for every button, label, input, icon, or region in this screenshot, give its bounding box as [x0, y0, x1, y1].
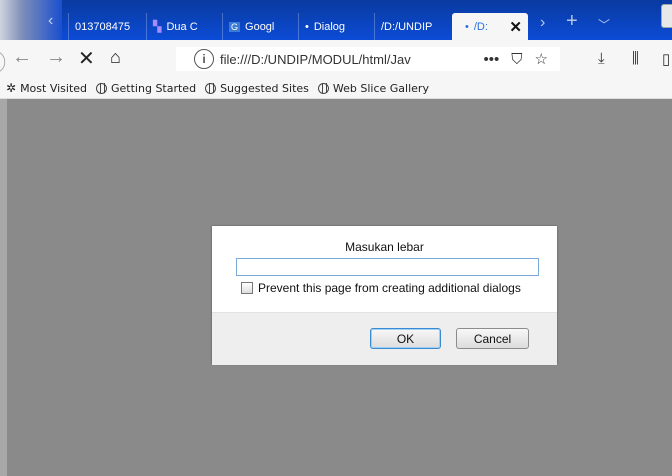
tab-label: Dua C [166, 20, 198, 33]
stop-icon[interactable]: ✕ [78, 46, 95, 71]
scroll-tabs-left-icon[interactable]: ‹ [48, 12, 53, 30]
prevent-dialogs-row[interactable]: Prevent this page from creating addition… [241, 281, 521, 295]
prevent-dialogs-checkbox[interactable] [241, 282, 253, 294]
cancel-button[interactable]: Cancel [456, 328, 529, 349]
dialog-message: Masukan lebar [345, 240, 424, 254]
globe-icon [205, 82, 217, 94]
tab-strip-edge: ‹ [0, 0, 62, 40]
bookmark-most-visited[interactable]: ✲ Most Visited [6, 81, 87, 95]
window-control[interactable] [661, 4, 672, 28]
tab-4[interactable]: • Dialog [298, 13, 374, 40]
prevent-dialogs-label: Prevent this page from creating addition… [258, 281, 521, 295]
new-tab-icon[interactable]: + [566, 10, 578, 33]
tab-2[interactable]: ▚ Dua C [146, 13, 222, 40]
forward-icon[interactable]: → [46, 46, 66, 69]
more-actions-icon[interactable]: ••• [484, 51, 500, 68]
gear-icon: ✲ [6, 81, 17, 95]
home-icon[interactable]: ⌂ [110, 47, 121, 68]
dialog-footer: OK Cancel [212, 312, 557, 365]
bookmarks-toolbar: ✲ Most Visited Getting Started Suggested… [0, 78, 672, 99]
globe-icon [96, 82, 108, 94]
nav-bar: ⃝ ← → ✕ ⌂ i file:///D:/UNDIP/MODUL/html/… [0, 40, 672, 78]
library-icon[interactable]: ⫼ [632, 50, 639, 67]
prompt-input[interactable] [236, 258, 539, 276]
globe-icon [317, 82, 329, 94]
bookmark-label: Getting Started [111, 81, 197, 95]
google-icon: G [229, 21, 241, 32]
tab-label: /D:/UNDIP [381, 20, 433, 33]
tab-5[interactable]: /D:/UNDIP [374, 13, 450, 40]
bookmark-label: Most Visited [20, 81, 88, 95]
bookmark-web-slice-gallery[interactable]: Web Slice Gallery [317, 81, 429, 95]
download-icon[interactable]: ⤓ [598, 50, 605, 67]
chevron-down-icon[interactable]: ﹀ [598, 16, 610, 33]
tab-strip: ‹ 013708475 ▚ Dua C G Googl • Dialog /D:… [0, 0, 672, 40]
tab-1[interactable]: 013708475 [68, 13, 146, 40]
ok-button[interactable]: OK [370, 328, 441, 349]
sidebar-icon[interactable]: ▯ [662, 50, 670, 68]
url-text[interactable]: file:///D:/UNDIP/MODUL/html/Jav [220, 52, 411, 67]
scroll-tabs-right-icon[interactable]: › [540, 14, 545, 32]
bookmark-label: Suggested Sites [220, 81, 309, 95]
bookmark-getting-started[interactable]: Getting Started [96, 82, 196, 95]
dua-icon: ▚ [153, 21, 162, 33]
url-actions: ••• ⛉ ☆ [484, 47, 548, 71]
tab-label: Dialog [313, 20, 346, 33]
tab-label: 013708475 [75, 20, 131, 33]
dot-icon: • [305, 20, 309, 33]
url-bar[interactable]: i file:///D:/UNDIP/MODUL/html/Jav ••• ⛉ … [176, 47, 560, 71]
bookmark-suggested-sites[interactable]: Suggested Sites [205, 82, 309, 95]
tab-3[interactable]: G Googl [222, 13, 298, 40]
tab-label: /D: [473, 20, 488, 33]
page-left-edge [0, 99, 7, 476]
dot-icon: • [465, 20, 469, 33]
info-icon[interactable]: i [194, 49, 214, 69]
prompt-dialog: Masukan lebar Prevent this page from cre… [212, 226, 557, 365]
tab-active[interactable]: • /D: ✕ [452, 13, 528, 40]
tab-label: Googl [245, 20, 275, 33]
pocket-icon[interactable]: ⛉ [511, 51, 522, 68]
bookmark-star-icon[interactable]: ☆ [535, 50, 548, 68]
close-tab-icon[interactable]: ✕ [509, 18, 522, 36]
back-arrow-icon[interactable]: ← [12, 46, 32, 69]
bookmark-label: Web Slice Gallery [332, 81, 429, 95]
